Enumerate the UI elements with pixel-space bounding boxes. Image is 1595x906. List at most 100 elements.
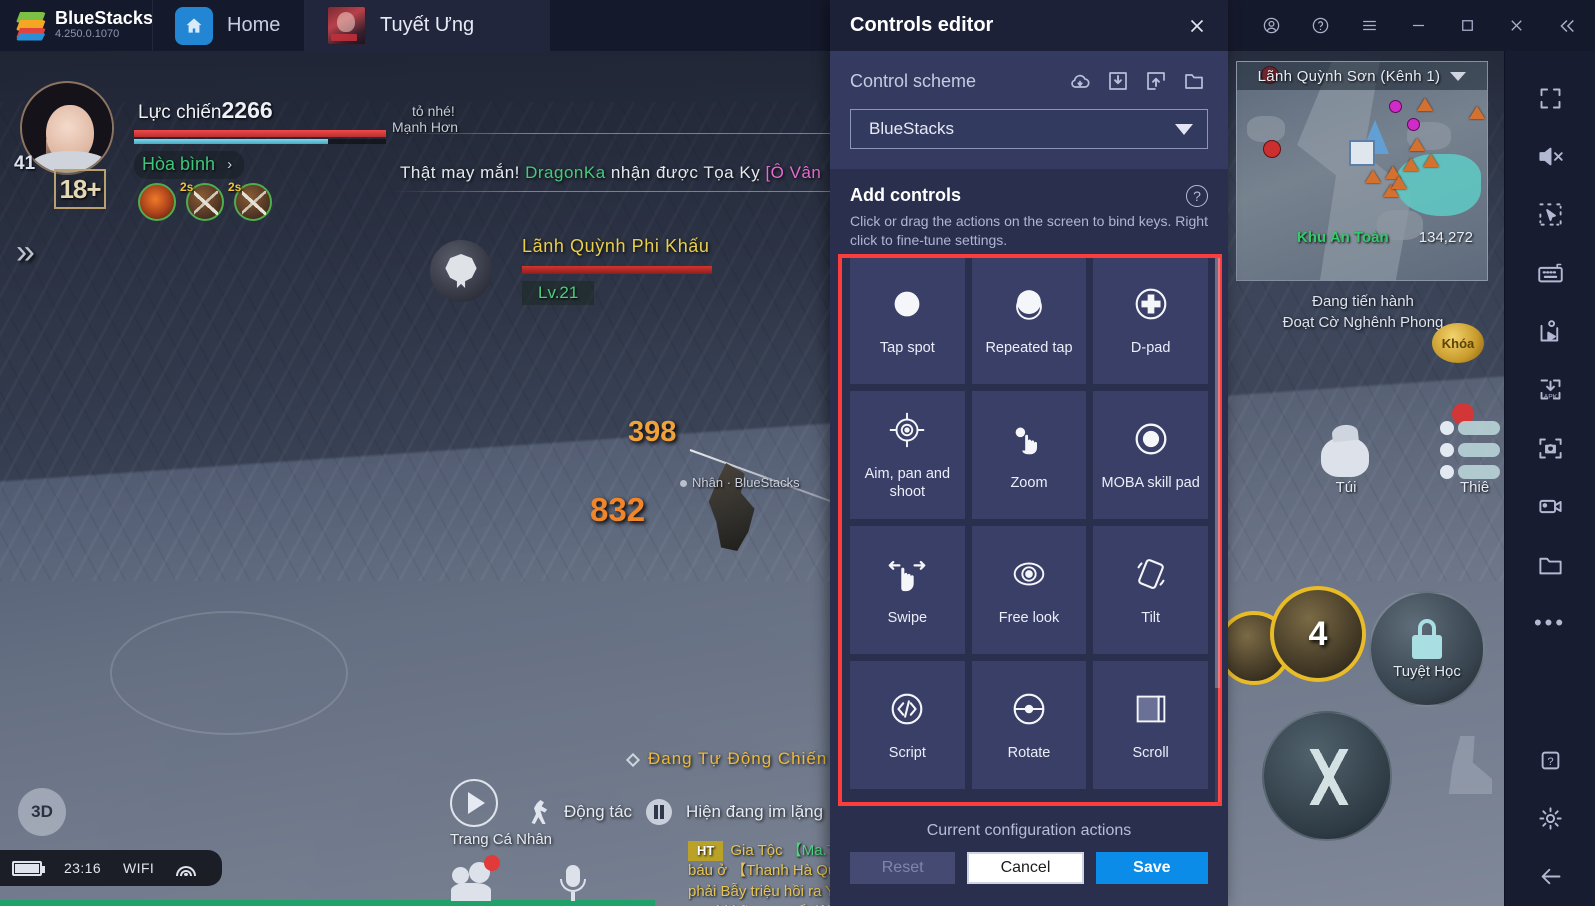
install-apk-icon[interactable]: APK — [1519, 361, 1581, 419]
macro-play-icon[interactable] — [1519, 302, 1581, 360]
control-swipe[interactable]: Swipe — [850, 525, 965, 654]
voice-region-button[interactable]: K.Vực — [552, 859, 594, 906]
attack-button[interactable] — [1262, 711, 1392, 841]
help-icon[interactable]: ? — [1186, 185, 1208, 207]
player-state-badge[interactable]: Hòa bình › — [134, 151, 245, 179]
graphics-3d-toggle[interactable]: 3D — [18, 788, 66, 836]
tab-home[interactable]: Home — [152, 0, 304, 51]
media-folder-icon[interactable] — [1519, 536, 1581, 594]
minimap[interactable]: Lãnh Quỳnh Sơn (Kênh 1) Khu An Toàn 134,… — [1236, 61, 1488, 281]
damage-number: 832 — [590, 491, 646, 528]
age-rating-badge: 18+ — [54, 169, 106, 209]
bag-button[interactable] — [1318, 423, 1372, 479]
buff-icon[interactable]: 2s — [228, 180, 272, 221]
quick-slot[interactable] — [1440, 465, 1500, 479]
control-dpad[interactable]: D-pad — [1093, 255, 1208, 384]
maximize-icon[interactable] — [1444, 0, 1491, 51]
quick-slot[interactable] — [1440, 421, 1500, 435]
control-aim-pan-shoot[interactable]: Aim, pan and shoot — [850, 390, 965, 519]
control-script[interactable]: Script — [850, 660, 965, 789]
mic-icon — [557, 859, 589, 903]
mute-icon[interactable] — [1519, 127, 1581, 185]
profile-icon[interactable] — [1248, 0, 1295, 51]
fullscreen-icon[interactable] — [1519, 69, 1581, 127]
buff-timer: 2s — [180, 180, 194, 194]
control-label: Rotate — [1007, 745, 1051, 762]
combat-power-value: 2266 — [221, 97, 273, 123]
control-label: Swipe — [887, 610, 928, 627]
buff-icon[interactable] — [138, 183, 176, 221]
nameplate-label: Nhân · BlueStacks — [692, 475, 800, 490]
window-controls[interactable] — [1248, 0, 1595, 51]
settings-gear-icon[interactable] — [1519, 789, 1581, 847]
folder-icon[interactable] — [1180, 67, 1208, 95]
chevron-down-icon[interactable] — [1450, 71, 1467, 81]
panel-scrollbar-thumb[interactable] — [1215, 257, 1220, 688]
emote-and-voice-row[interactable]: Động tác Hiện đang im lặng — [530, 799, 863, 825]
save-button[interactable]: Save — [1095, 852, 1208, 884]
home-icon — [175, 6, 213, 45]
clock-label: 23:16 — [64, 860, 102, 876]
control-tilt[interactable]: Tilt — [1093, 525, 1208, 654]
control-zoom[interactable]: Zoom — [971, 390, 1087, 519]
help-icon[interactable] — [1297, 0, 1344, 51]
close-icon[interactable] — [1182, 11, 1212, 41]
game-viewport[interactable]: 41 18+ Lực chiến2266 Hòa bình › 2s 2s » … — [0, 51, 1504, 906]
control-scroll[interactable]: Scroll — [1093, 660, 1208, 789]
cloud-sync-icon[interactable] — [1066, 67, 1094, 95]
pause-icon[interactable] — [646, 799, 673, 825]
quest-lock-badge[interactable]: Khóa — [1432, 323, 1484, 363]
enemy-marker — [1391, 176, 1407, 189]
skill-button-with-count[interactable]: 4 — [1270, 586, 1366, 682]
minimap-title[interactable]: Lãnh Quỳnh Sơn (Kênh 1) — [1237, 62, 1487, 90]
more-options-icon[interactable]: ••• — [1519, 594, 1581, 652]
add-controls-subtitle: Click or drag the actions on the screen … — [850, 213, 1208, 248]
controls-editor-panel[interactable]: Controls editor Control scheme BlueStack… — [830, 0, 1228, 906]
keyboard-controls-icon[interactable] — [1519, 244, 1581, 302]
scheme-icon-row[interactable] — [1066, 67, 1208, 95]
control-scheme-label: Control scheme — [850, 70, 977, 91]
controls-grid-wrap[interactable]: Tap spot Repeated tap D-pad Aim, pan and… — [830, 253, 1228, 806]
cancel-button[interactable]: Cancel — [967, 852, 1084, 884]
control-label: D-pad — [1130, 340, 1171, 357]
screenshot-icon[interactable] — [1519, 419, 1581, 477]
panel-action-buttons[interactable]: Reset Cancel Save — [850, 852, 1208, 884]
control-scheme-select[interactable]: BlueStacks — [850, 109, 1208, 149]
chevron-down-icon[interactable] — [1175, 123, 1193, 135]
control-moba-skill-pad[interactable]: MOBA skill pad — [1093, 390, 1208, 519]
collapse-sidebar-icon[interactable] — [1542, 0, 1589, 51]
back-arrow-icon[interactable] — [1519, 848, 1581, 906]
expand-arrow-icon[interactable]: » — [16, 233, 35, 272]
minimize-icon[interactable] — [1395, 0, 1442, 51]
control-repeated-tap[interactable]: Repeated tap — [971, 255, 1087, 384]
buff-icon[interactable]: 2s — [180, 180, 224, 221]
player-level: 41 — [14, 153, 36, 174]
repeated-tap-icon — [1007, 282, 1051, 326]
control-label: MOBA skill pad — [1101, 475, 1200, 492]
export-icon[interactable] — [1142, 67, 1170, 95]
reset-button[interactable]: Reset — [850, 852, 956, 884]
control-free-look[interactable]: Free look — [971, 525, 1087, 654]
player-hud[interactable]: 41 18+ Lực chiến2266 Hòa bình › 2s 2s » — [8, 73, 428, 271]
control-rotate[interactable]: Rotate — [971, 660, 1087, 789]
import-icon[interactable] — [1104, 67, 1132, 95]
quick-slot[interactable] — [1440, 443, 1500, 457]
notice-prefix: Thật may mắn! — [400, 163, 520, 182]
locked-skill-button[interactable]: Tuyệt Học — [1369, 591, 1485, 707]
swipe-icon — [885, 552, 929, 596]
party-button[interactable]: Đồng Đạo — [448, 855, 516, 906]
control-scheme-value: BlueStacks — [869, 119, 955, 138]
emote-label: Động tác — [564, 802, 633, 821]
dpad-icon — [1129, 282, 1173, 326]
cursor-select-icon[interactable] — [1519, 186, 1581, 244]
help-icon[interactable]: ? — [1519, 731, 1581, 789]
controls-grid[interactable]: Tap spot Repeated tap D-pad Aim, pan and… — [850, 255, 1208, 789]
close-icon[interactable] — [1493, 0, 1540, 51]
quick-slot-list[interactable] — [1440, 421, 1500, 487]
menu-icon[interactable] — [1346, 0, 1393, 51]
bluestacks-sidebar-toolbar[interactable]: APK ••• ? — [1504, 51, 1595, 906]
add-controls-section: Add controls ? Click or drag the actions… — [830, 169, 1228, 254]
record-video-icon[interactable] — [1519, 478, 1581, 536]
tab-game[interactable]: Tuyết Ưng — [304, 0, 550, 51]
control-tap-spot[interactable]: Tap spot — [850, 255, 965, 384]
